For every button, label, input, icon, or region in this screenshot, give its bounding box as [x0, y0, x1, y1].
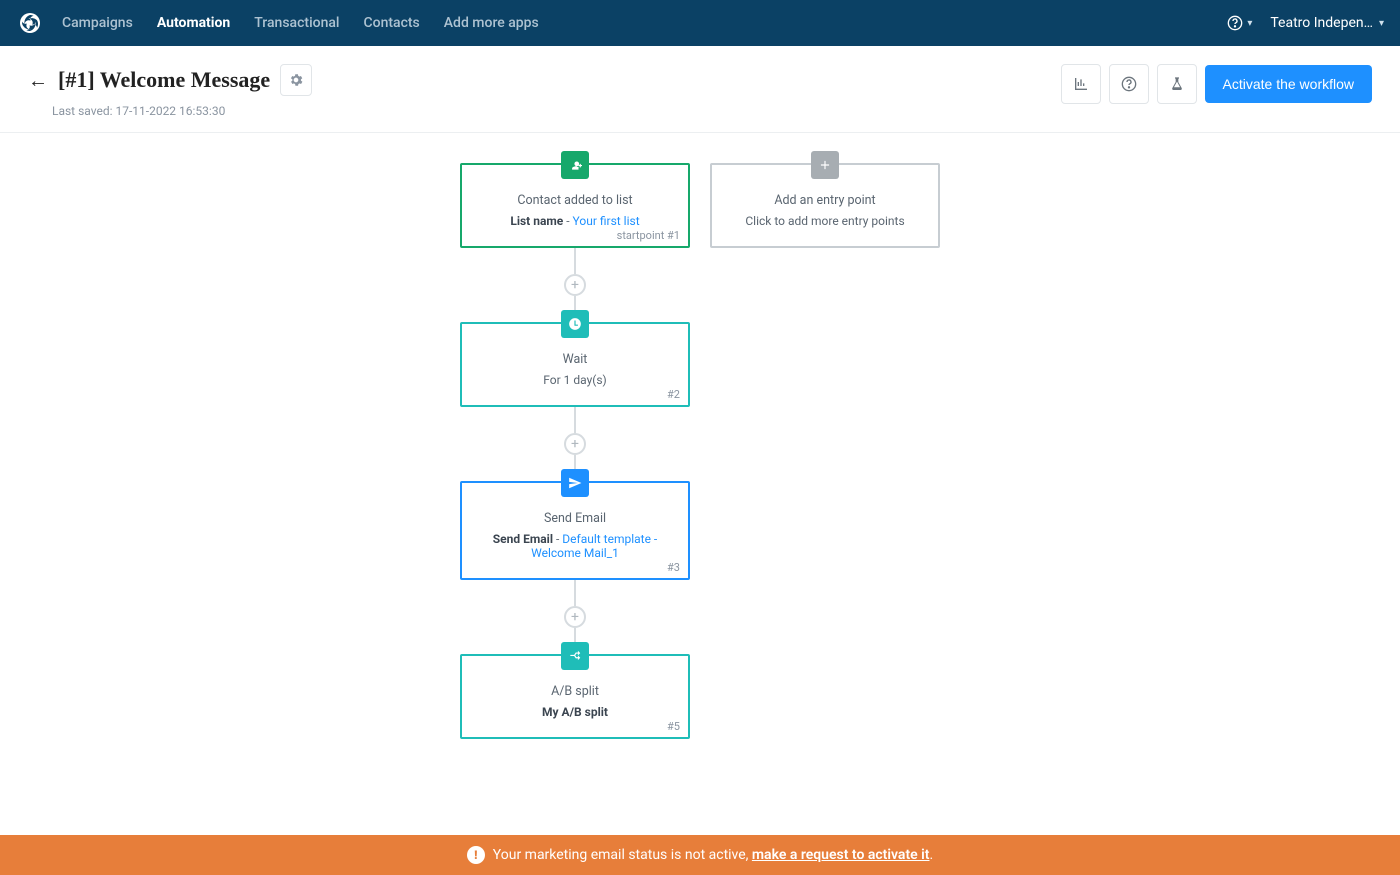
chart-icon — [1073, 76, 1089, 92]
node-tag: #2 — [667, 388, 680, 401]
app-logo[interactable] — [16, 9, 44, 37]
nav-items: Campaigns Automation Transactional Conta… — [62, 15, 1227, 31]
warning-icon: ! — [467, 846, 485, 864]
clock-icon — [561, 310, 589, 338]
send-icon — [561, 469, 589, 497]
question-icon — [1121, 76, 1137, 92]
node-tag: #5 — [667, 720, 680, 733]
node-add-entry-point[interactable]: Add an entry point Click to add more ent… — [710, 163, 940, 248]
status-banner: ! Your marketing email status is not act… — [0, 835, 1400, 875]
plus-icon — [811, 151, 839, 179]
nav-right: ▾ Teatro Indepen… ▾ — [1227, 15, 1384, 31]
list-link[interactable]: Your first list — [573, 214, 640, 228]
banner-text: Your marketing email status is not activ… — [493, 847, 752, 863]
node-ab-split[interactable]: A/B split My A/B split #5 — [460, 654, 690, 739]
last-saved-label: Last saved: 17-11-2022 16:53:30 — [52, 104, 312, 118]
caret-down-icon: ▾ — [1379, 18, 1384, 29]
shuffle-icon — [561, 642, 589, 670]
nav-transactional[interactable]: Transactional — [254, 15, 339, 31]
node-title: Send Email — [472, 511, 678, 526]
nav-campaigns[interactable]: Campaigns — [62, 15, 133, 31]
flask-icon — [1169, 76, 1185, 92]
node-subtitle: My A/B split — [472, 705, 678, 719]
node-send-email[interactable]: Send Email Send Email - Default template… — [460, 481, 690, 580]
top-nav: Campaigns Automation Transactional Conta… — [0, 0, 1400, 46]
node-startpoint[interactable]: Contact added to list List name - Your f… — [460, 163, 690, 248]
node-wait[interactable]: Wait For 1 day(s) #2 — [460, 322, 690, 407]
test-button[interactable] — [1157, 64, 1197, 104]
add-step-button[interactable]: + — [564, 606, 586, 628]
banner-suffix: . — [930, 847, 934, 863]
workflow-canvas[interactable]: Contact added to list List name - Your f… — [0, 133, 1400, 842]
node-tag: startpoint #1 — [617, 229, 680, 242]
caret-down-icon: ▾ — [1247, 18, 1252, 29]
account-dropdown[interactable]: Teatro Indepen… ▾ — [1270, 15, 1384, 31]
node-subtitle: Send Email - Default template -Welcome M… — [472, 532, 678, 560]
activate-workflow-button[interactable]: Activate the workflow — [1205, 65, 1373, 103]
node-subtitle: List name - Your first list — [472, 214, 678, 228]
stats-button[interactable] — [1061, 64, 1101, 104]
node-subtitle: Click to add more entry points — [722, 214, 928, 228]
add-step-button[interactable]: + — [564, 433, 586, 455]
nav-contacts[interactable]: Contacts — [364, 15, 420, 31]
help-dropdown[interactable]: ▾ — [1227, 15, 1252, 31]
page-header: ← [#1] Welcome Message Last saved: 17-11… — [0, 46, 1400, 133]
settings-button[interactable] — [280, 64, 312, 96]
user-plus-icon — [561, 151, 589, 179]
node-tag: #3 — [667, 561, 680, 574]
banner-link[interactable]: make a request to activate it — [752, 847, 930, 863]
node-title: Add an entry point — [722, 193, 928, 208]
nav-automation[interactable]: Automation — [157, 15, 230, 31]
gear-icon — [288, 72, 304, 88]
account-label: Teatro Indepen… — [1270, 15, 1373, 31]
node-title: Wait — [472, 352, 678, 367]
node-title: Contact added to list — [472, 193, 678, 208]
nav-add-more-apps[interactable]: Add more apps — [444, 15, 539, 31]
node-subtitle: For 1 day(s) — [472, 373, 678, 387]
help-button[interactable] — [1109, 64, 1149, 104]
node-title: A/B split — [472, 684, 678, 699]
back-button[interactable]: ← — [28, 68, 48, 93]
add-step-button[interactable]: + — [564, 274, 586, 296]
page-title: [#1] Welcome Message — [58, 67, 270, 93]
